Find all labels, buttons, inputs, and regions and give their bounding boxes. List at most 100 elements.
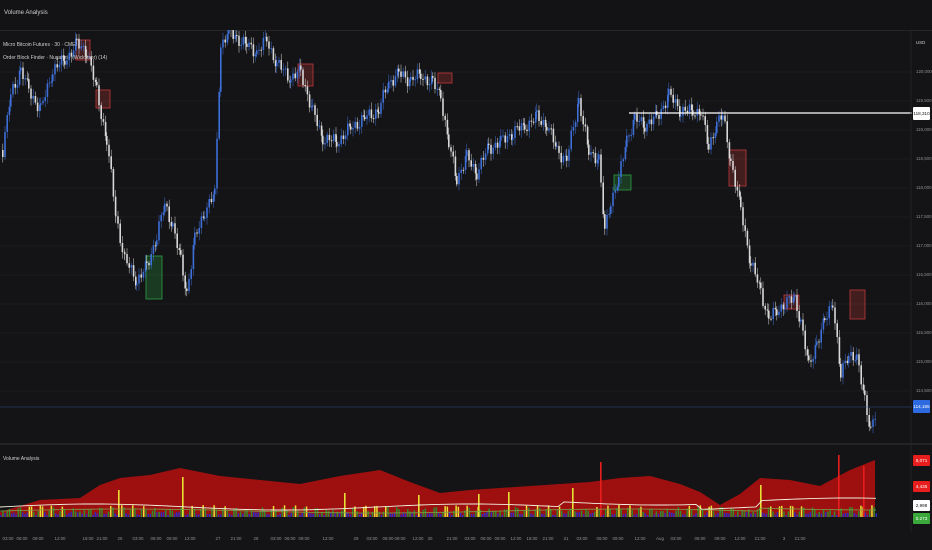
time-tick-label: 21:00 <box>230 536 242 541</box>
candle-body <box>540 120 542 125</box>
volume-bar <box>178 512 180 517</box>
time-tick-label: 18:00 <box>82 536 94 541</box>
candle-body <box>426 76 429 86</box>
volume-bar <box>79 511 81 517</box>
candle-body <box>496 142 499 148</box>
candle-body <box>198 228 200 234</box>
candle-body <box>712 137 714 139</box>
candle-body <box>668 88 670 96</box>
candle-body <box>604 214 606 229</box>
candle-body <box>292 73 294 80</box>
order-blocks <box>75 39 866 320</box>
time-tick-label: 06:00 <box>150 536 162 541</box>
candle-body <box>228 30 230 34</box>
candle-body <box>236 35 238 37</box>
volume-bar <box>616 508 618 517</box>
candle-body <box>512 138 514 141</box>
volume-bar <box>451 514 453 517</box>
volume-bar <box>578 512 581 517</box>
candle-body <box>756 274 759 283</box>
candle-body <box>270 48 272 50</box>
candle-body <box>378 112 380 114</box>
chart-canvas[interactable] <box>0 30 932 550</box>
candle-body <box>488 143 490 145</box>
window-title: Volume Analysis <box>4 10 48 16</box>
candle-body <box>550 128 552 130</box>
candle-body <box>156 240 158 246</box>
volume-bar <box>789 505 792 517</box>
candle-body <box>32 95 34 99</box>
candle-body <box>110 156 112 170</box>
volume-bar <box>567 510 570 517</box>
volume-bar <box>558 506 561 517</box>
candle-body <box>162 212 165 215</box>
volume-spike-bar <box>863 466 865 517</box>
candle-body <box>822 318 825 330</box>
candle-body <box>760 282 762 289</box>
volume-bar <box>495 511 497 517</box>
currency-label[interactable]: USD <box>916 40 925 45</box>
volume-bar <box>697 507 699 517</box>
volume-bar <box>695 513 697 517</box>
volume-bar <box>776 512 779 517</box>
candle-body <box>316 114 318 126</box>
volume-bar <box>631 510 633 517</box>
candle-body <box>612 192 614 207</box>
candle-body <box>478 169 480 180</box>
volume-bar <box>294 505 297 517</box>
candle-body <box>820 329 822 343</box>
time-tick-label: 09:00 <box>394 536 406 541</box>
candle-body <box>728 142 731 159</box>
volume-bar <box>820 513 823 517</box>
volume-bar <box>490 512 493 517</box>
time-tick-label: 06:00 <box>382 536 394 541</box>
volume-bar <box>74 511 77 517</box>
candle-body <box>132 265 135 277</box>
candle-body <box>318 125 321 127</box>
candle-body <box>308 94 311 108</box>
candle-body <box>394 76 397 86</box>
candle-body <box>742 207 744 226</box>
candle-body <box>826 318 828 320</box>
volume-bar <box>785 515 787 517</box>
candle-body <box>240 44 242 46</box>
volume-bar <box>497 513 499 517</box>
volume-bar <box>690 510 693 517</box>
volume-bar <box>712 511 715 517</box>
candle-body <box>302 69 304 86</box>
candle-body <box>487 143 489 154</box>
volume-bar <box>297 510 299 517</box>
candle-body <box>92 65 95 80</box>
candle-body <box>596 159 599 164</box>
volume-bar <box>649 509 651 517</box>
candle-body <box>182 254 184 276</box>
candle-body <box>30 88 32 99</box>
candle-body <box>568 149 570 161</box>
candle-body <box>638 120 640 122</box>
candle-body <box>710 137 712 150</box>
bearish-order-block <box>437 72 453 84</box>
candle-body <box>54 64 56 75</box>
volume-bar <box>347 513 350 517</box>
volume-spike-bar <box>478 494 480 517</box>
candle-body <box>704 116 706 125</box>
volume-bar <box>499 510 501 517</box>
indicator-legend[interactable]: Order Block Finder · Nuganzi · (Wickviso… <box>3 55 107 61</box>
symbol-legend[interactable]: Micro Bitcoin Futures · 30 · CME <box>3 42 76 48</box>
volume-bar <box>473 514 475 517</box>
volume-bar <box>565 513 567 517</box>
candle-body <box>164 203 166 213</box>
last-price-label: 114,185 <box>913 400 930 413</box>
time-tick-label: 03:00 <box>464 536 476 541</box>
volume-pane-title[interactable]: Volume Analysis <box>3 456 39 462</box>
candle-body <box>375 109 377 119</box>
volume-bar <box>554 514 556 517</box>
volume-bar <box>222 508 224 517</box>
candle-body <box>588 144 590 155</box>
volume-bar <box>607 505 609 517</box>
volume-bar <box>552 514 554 517</box>
volume-bar <box>248 514 251 517</box>
volume-bar <box>127 514 130 517</box>
volume-bar <box>189 510 191 517</box>
volume-bar <box>717 512 719 517</box>
